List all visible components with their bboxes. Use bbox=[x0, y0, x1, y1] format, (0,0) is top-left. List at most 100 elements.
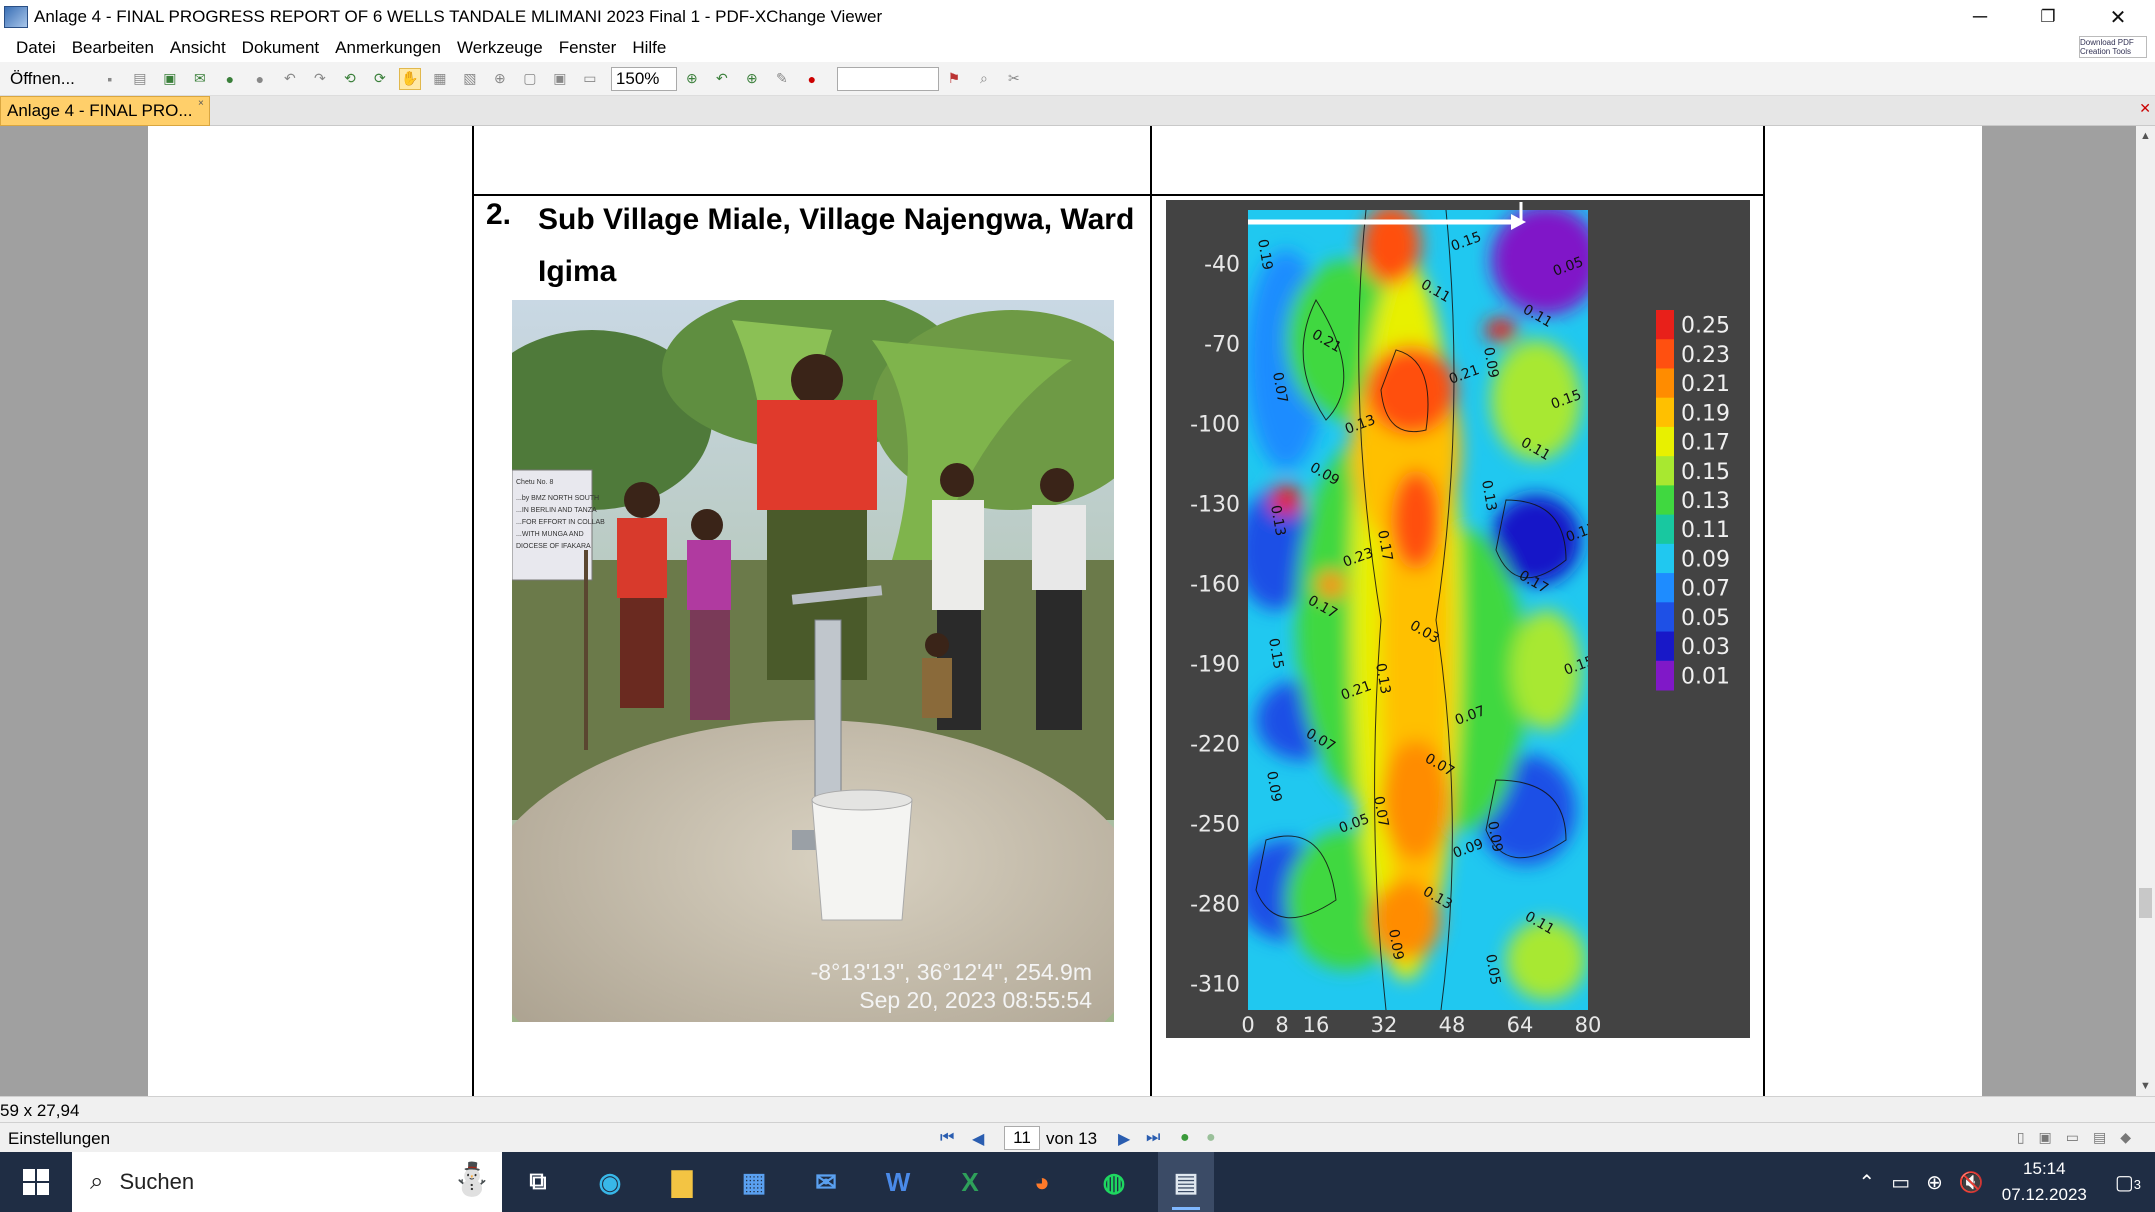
excel-icon[interactable]: X bbox=[942, 1152, 998, 1212]
page-count: von 13 bbox=[1046, 1129, 1098, 1148]
colorbar-label: 0.15 bbox=[1681, 460, 1730, 485]
spotify-icon[interactable]: ◍ bbox=[1086, 1152, 1142, 1212]
heatmap-plot-area: 0.190.210.130.170.030.070.090.110.050.07… bbox=[1248, 210, 1588, 1010]
back-icon[interactable]: ● bbox=[219, 68, 241, 90]
email-icon[interactable]: ✉ bbox=[189, 68, 211, 90]
first-page-icon[interactable]: ⏮ bbox=[940, 1129, 954, 1147]
taskbar-search[interactable]: ⌕ Suchen ⛄ bbox=[72, 1152, 502, 1212]
document-tab[interactable]: Anlage 4 - FINAL PRO... bbox=[0, 96, 210, 126]
download-pdf-tools-button[interactable]: Download PDF Creation Tools bbox=[2079, 36, 2147, 58]
last-page-icon[interactable]: ⏭ bbox=[1146, 1129, 1160, 1147]
search-next-icon[interactable]: ⌕ bbox=[973, 68, 995, 90]
colorbar-label: 0.05 bbox=[1681, 606, 1730, 631]
zoom-in-icon[interactable]: ⊕ bbox=[489, 68, 511, 90]
hand-tool-icon[interactable]: ✋ bbox=[398, 67, 421, 90]
colorbar-label: 0.07 bbox=[1681, 577, 1730, 602]
page-layout-icons[interactable]: ▯▣▭▤◆ bbox=[2017, 1129, 2145, 1146]
open-button[interactable]: Öffnen... bbox=[10, 69, 75, 89]
colorbar-swatch bbox=[1656, 426, 1674, 457]
x-axis: 0 8 16 32 48 64 80 bbox=[1241, 1013, 1601, 1037]
x-tick-label: 0 bbox=[1241, 1013, 1254, 1037]
previous-view-icon[interactable]: ↶ bbox=[711, 68, 733, 90]
snapshot-icon[interactable]: ▧ bbox=[459, 68, 481, 90]
menu-hilfe[interactable]: Hilfe bbox=[624, 38, 674, 58]
clock-date: 07.12.2023 bbox=[2001, 1185, 2087, 1204]
next-view-icon[interactable]: ⊕ bbox=[741, 68, 763, 90]
rotate-left-icon[interactable]: ⟲ bbox=[339, 68, 361, 90]
forward-icon[interactable]: ● bbox=[249, 68, 271, 90]
menu-bearbeiten[interactable]: Bearbeiten bbox=[64, 38, 162, 58]
print-icon[interactable]: ▤ bbox=[129, 68, 151, 90]
previous-page-icon[interactable]: ◀ bbox=[972, 1129, 984, 1149]
pdf-xchange-icon[interactable]: ▤ bbox=[1158, 1152, 1214, 1212]
comment-icon[interactable]: ● bbox=[801, 68, 823, 90]
microsoft-store-icon[interactable]: ▦ bbox=[726, 1152, 782, 1212]
clock[interactable]: 15:14 07.12.2023 bbox=[2002, 1156, 2087, 1208]
colorbar: 0.25 0.23 0.21 0.19 0.17 0.15 0.13 0.11 0.09 0.07… bbox=[1656, 310, 1730, 691]
fit-width-icon[interactable]: ▭ bbox=[579, 68, 601, 90]
volume-muted-icon[interactable]: 🔇 bbox=[1959, 1170, 1984, 1195]
firefox-icon[interactable]: ◕ bbox=[1014, 1152, 1070, 1212]
sign-line-3: ...FOR EFFORT IN COLLAB bbox=[516, 519, 605, 526]
scroll-down-icon[interactable]: ▼ bbox=[2140, 1080, 2151, 1092]
menu-datei[interactable]: Datei bbox=[0, 38, 64, 58]
zoom-in-green-icon[interactable]: ⊕ bbox=[681, 68, 703, 90]
menu-werkzeuge[interactable]: Werkzeuge bbox=[449, 38, 551, 58]
notifications-icon[interactable]: ▢3 bbox=[2115, 1170, 2141, 1195]
next-page-icon[interactable]: ▶ bbox=[1118, 1129, 1130, 1149]
back-view-icon[interactable]: ● bbox=[1180, 1129, 1190, 1147]
close-button[interactable]: ✕ bbox=[2084, 0, 2152, 34]
y-tick-label: -250 bbox=[1190, 812, 1240, 837]
search-input[interactable] bbox=[836, 66, 939, 91]
forward-view-icon[interactable]: ● bbox=[1206, 1129, 1216, 1147]
network-icon[interactable]: ⊕ bbox=[1926, 1170, 1943, 1195]
zoom-input[interactable]: 150% bbox=[610, 66, 677, 91]
settings-button[interactable]: Einstellungen bbox=[8, 1129, 110, 1149]
menu-fenster[interactable]: Fenster bbox=[551, 38, 625, 58]
fit-page-icon[interactable]: ▣ bbox=[549, 68, 571, 90]
rotate-right-icon[interactable]: ⟳ bbox=[369, 68, 391, 90]
save-icon[interactable]: ▪ bbox=[99, 68, 121, 90]
scroll-up-icon[interactable]: ▲ bbox=[2140, 130, 2151, 142]
scan-icon[interactable]: ▣ bbox=[159, 68, 181, 90]
actual-size-icon[interactable]: ▢ bbox=[519, 68, 541, 90]
colorbar-swatch bbox=[1656, 339, 1674, 369]
file-explorer-icon[interactable]: ▇ bbox=[654, 1152, 710, 1212]
word-icon[interactable]: W bbox=[870, 1152, 926, 1212]
chevron-up-icon[interactable]: ⌃ bbox=[1858, 1170, 1875, 1195]
colorbar-label: 0.03 bbox=[1681, 635, 1730, 660]
redo-icon[interactable]: ↷ bbox=[309, 68, 331, 90]
mail-icon[interactable]: ✉ bbox=[798, 1152, 854, 1212]
battery-icon[interactable]: ▭ bbox=[1891, 1170, 1910, 1195]
menu-dokument[interactable]: Dokument bbox=[234, 38, 327, 58]
colorbar-swatch bbox=[1656, 660, 1674, 691]
menu-ansicht[interactable]: Ansicht bbox=[162, 38, 234, 58]
undo-icon[interactable]: ↶ bbox=[279, 68, 301, 90]
colorbar-label: 0.17 bbox=[1681, 431, 1730, 456]
colorbar-swatch bbox=[1656, 514, 1674, 545]
colorbar-swatch bbox=[1656, 602, 1674, 633]
y-tick-label: -160 bbox=[1190, 572, 1240, 597]
well-photo: Chetu No. 8 ...by BMZ NORTH SOUTH ...IN … bbox=[512, 300, 1114, 1022]
select-text-icon[interactable]: ▦ bbox=[429, 68, 451, 90]
colorbar-label: 0.21 bbox=[1681, 372, 1730, 397]
typewriter-icon[interactable]: ✎ bbox=[771, 68, 793, 90]
page-number-input[interactable]: 11 bbox=[1004, 1126, 1040, 1150]
edge-icon[interactable]: ◉ bbox=[582, 1152, 638, 1212]
section-number: 2. bbox=[486, 198, 512, 231]
status-bar-navigation: Einstellungen ⏮ ◀ 11 von 13 ▶ ⏭ ● ● ▯▣▭▤… bbox=[0, 1122, 2155, 1152]
tab-close-icon[interactable]: × bbox=[198, 98, 204, 109]
find-icon[interactable]: ⚑ bbox=[943, 68, 965, 90]
maximize-button[interactable]: ❐ bbox=[2014, 0, 2082, 34]
scrollbar-thumb[interactable] bbox=[2139, 888, 2152, 918]
tools-icon[interactable]: ✂ bbox=[1003, 68, 1025, 90]
start-button[interactable] bbox=[0, 1152, 72, 1212]
colorbar-swatch bbox=[1656, 456, 1674, 486]
close-all-tabs-icon[interactable]: ✕ bbox=[2139, 100, 2151, 117]
y-tick-label: -130 bbox=[1190, 492, 1240, 517]
task-view-icon[interactable]: ⧉ bbox=[510, 1152, 566, 1212]
y-axis: -40 -70 -100 -130 -160 -190 -220 -250 -280 -310 bbox=[1190, 252, 1240, 997]
menu-anmerkungen[interactable]: Anmerkungen bbox=[327, 38, 449, 58]
minimize-button[interactable]: ─ bbox=[1946, 0, 2014, 34]
vertical-scrollbar[interactable]: ▲ ▼ bbox=[2136, 126, 2155, 1096]
